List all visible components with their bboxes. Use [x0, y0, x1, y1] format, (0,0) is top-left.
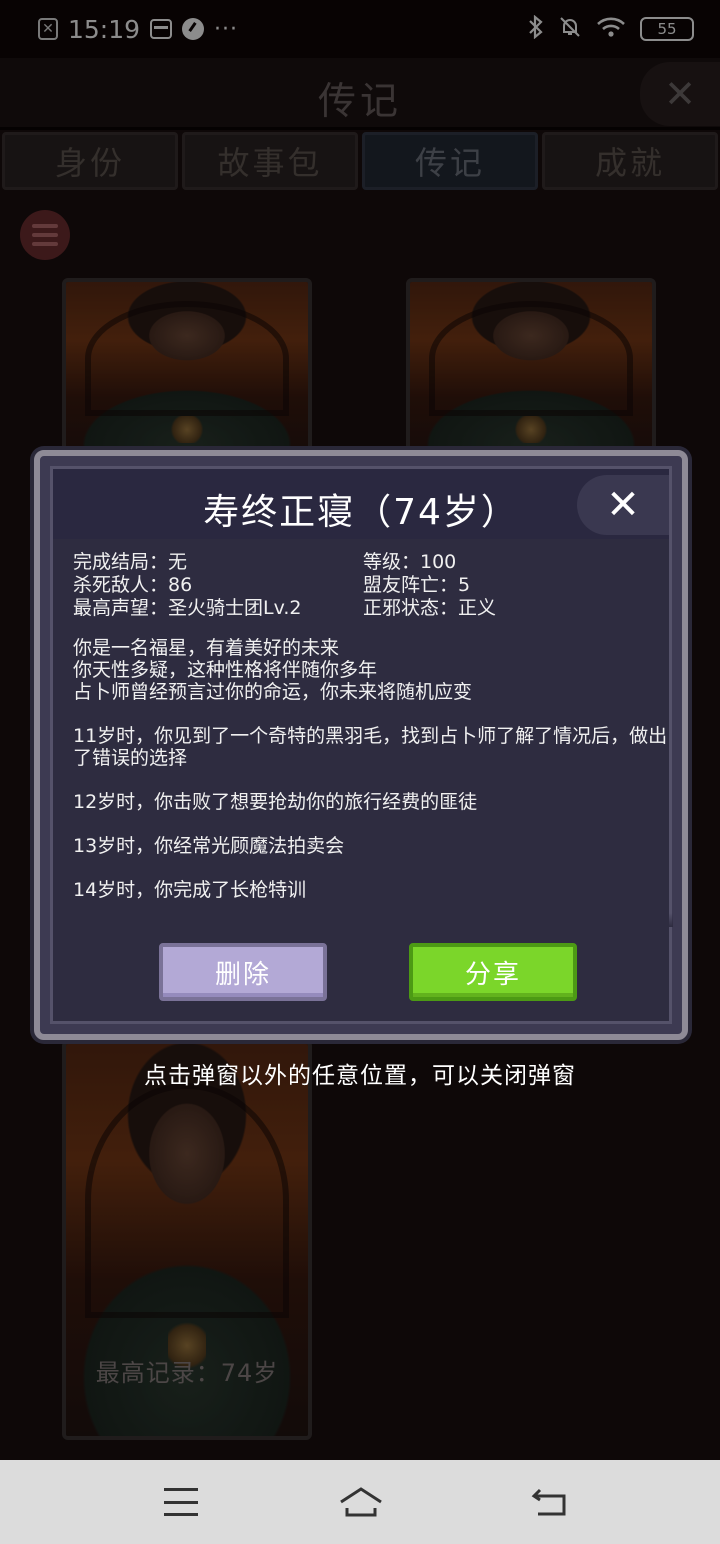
home-icon[interactable] — [338, 1486, 384, 1518]
modal-header: 寿终正寝（74岁） ✕ — [53, 469, 669, 539]
biography-modal: 寿终正寝（74岁） ✕ 完成结局：无 等级：100 杀死敌人：86 盟友阵亡：5… — [34, 450, 688, 1040]
stat-level: 等级：100 — [363, 551, 457, 573]
system-nav-bar — [0, 1460, 720, 1544]
scroll-fade — [73, 913, 673, 927]
recent-apps-icon[interactable] — [164, 1488, 198, 1516]
story-paragraph: 12岁时，你击败了想要抢劫你的旅行经费的匪徒 — [73, 791, 478, 813]
modal-close-button[interactable]: ✕ — [577, 475, 669, 535]
stat-ending: 完成结局：无 — [73, 551, 188, 573]
story-paragraph: 11岁时，你见到了一个奇特的黑羽毛，找到占卜师了解了情况后，做出了错误的选择 — [73, 725, 668, 769]
stats-grid: 完成结局：无 等级：100 杀死敌人：86 盟友阵亡：5 最高声望：圣火骑士团L… — [73, 551, 673, 620]
story-paragraph: 你是一名福星，有着美好的未来 你天性多疑，这种性格将伴随你多年 占卜师曾经预言过… — [73, 637, 473, 703]
story-paragraph: 13岁时，你经常光顾魔法拍卖会 — [73, 835, 345, 857]
modal-body: 寿终正寝（74岁） ✕ 完成结局：无 等级：100 杀死敌人：86 盟友阵亡：5… — [50, 466, 673, 1024]
stat-alignment: 正邪状态：正义 — [363, 597, 497, 619]
stat-reputation: 最高声望：圣火骑士团Lv.2 — [73, 597, 302, 619]
stat-kills: 杀死敌人：86 — [73, 574, 193, 596]
close-hint-text: 点击弹窗以外的任意位置，可以关闭弹窗 — [144, 1063, 576, 1089]
stat-ally-deaths: 盟友阵亡：5 — [363, 574, 471, 596]
story-paragraph: 14岁时，你完成了长枪特训 — [73, 879, 307, 901]
close-icon: ✕ — [606, 482, 640, 528]
back-icon[interactable] — [530, 1486, 568, 1518]
delete-button[interactable]: 删除 — [159, 943, 327, 1001]
share-button[interactable]: 分享 — [409, 943, 577, 1001]
story-scroll-area[interactable]: 你是一名福星，有着美好的未来 你天性多疑，这种性格将伴随你多年 占卜师曾经预言过… — [73, 637, 673, 927]
